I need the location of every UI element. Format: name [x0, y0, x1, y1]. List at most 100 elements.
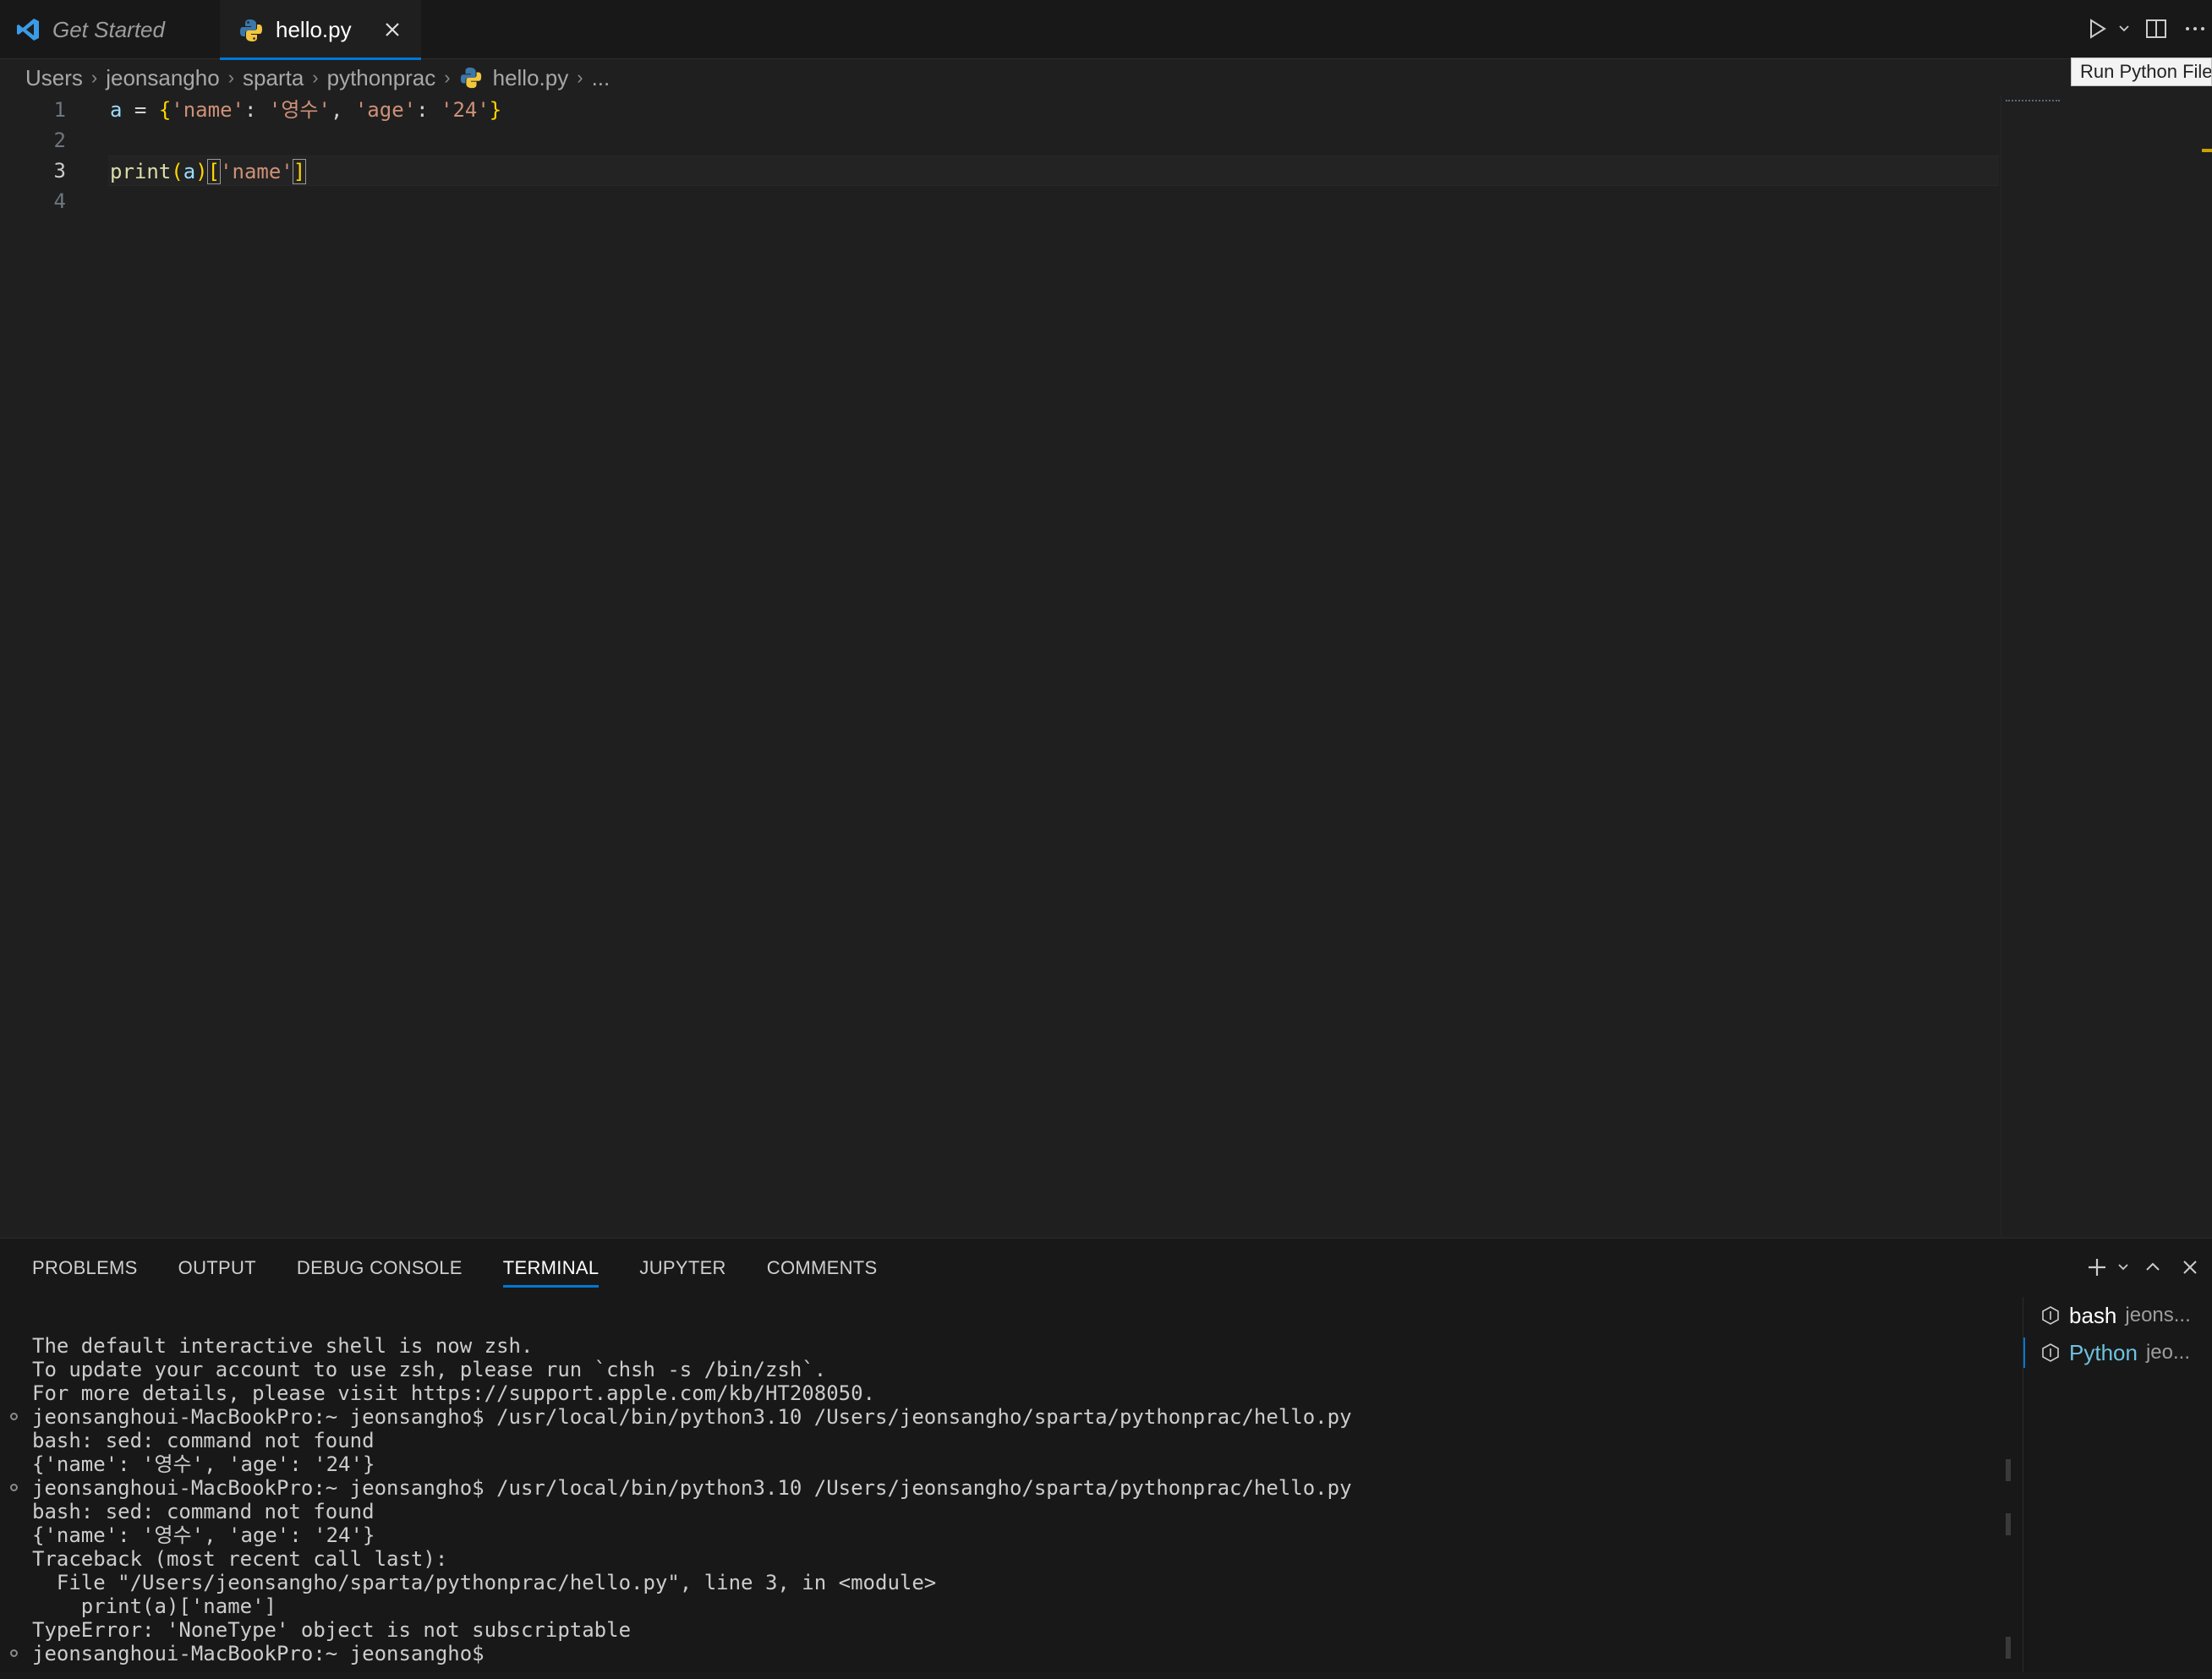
- token-string: 'name': [171, 98, 244, 122]
- code-area[interactable]: a = {'name': '영수', 'age': '24'} print(a)…: [108, 95, 1999, 216]
- terminal-line: For more details, please visit https://s…: [32, 1381, 875, 1405]
- chevron-right-icon: ›: [227, 67, 235, 88]
- terminal-line-text: jeonsanghoui-MacBookPro:~ jeonsangho$ /u…: [32, 1476, 1352, 1500]
- run-tooltip: Run Python File: [2071, 57, 2212, 86]
- tab-get-started[interactable]: Get Started: [0, 0, 218, 59]
- terminal-line: {'name': '영수', 'age': '24'}: [32, 1523, 375, 1547]
- terminal-output[interactable]: The default interactive shell is now zsh…: [10, 1334, 2011, 1672]
- terminal-line: The default interactive shell is now zsh…: [32, 1334, 534, 1358]
- run-python-icon[interactable]: [2080, 12, 2114, 46]
- token-op: :: [244, 98, 269, 122]
- line-number: 3: [53, 159, 66, 183]
- token-paren: ): [195, 160, 208, 183]
- token-brace: {: [158, 98, 172, 122]
- maximize-panel-icon[interactable]: [2136, 1250, 2170, 1284]
- terminal-shell-icon: [2040, 1305, 2061, 1326]
- token-string: '24': [441, 98, 490, 122]
- breadcrumb-file[interactable]: hello.py: [459, 64, 569, 91]
- terminal-line: print(a)['name']: [32, 1594, 276, 1618]
- close-panel-icon[interactable]: [2173, 1250, 2207, 1284]
- token-string: 'age': [354, 98, 417, 122]
- breadcrumb: Users › jeonsangho › sparta › pythonprac…: [25, 61, 610, 95]
- breadcrumb-symbols[interactable]: ...: [592, 65, 610, 91]
- python-file-icon: [459, 66, 483, 90]
- terminal-line: bash: sed: command not found: [32, 1500, 375, 1523]
- terminal-instance-python[interactable]: Python jeo...: [2023, 1334, 2212, 1371]
- token-bracket: [: [206, 159, 222, 184]
- terminal-scrollbar[interactable]: [2006, 1398, 2012, 1660]
- token-bracket: ]: [292, 159, 307, 184]
- line-number: 1: [53, 98, 66, 122]
- new-terminal-icon[interactable]: [2080, 1250, 2114, 1284]
- terminal-command-line: jeonsanghoui-MacBookPro:~ jeonsangho$ /u…: [10, 1476, 2011, 1500]
- terminal-instance-name: bash: [2069, 1302, 2117, 1328]
- token-var: a: [183, 160, 196, 183]
- line-number: 4: [53, 189, 66, 213]
- terminal-line: TypeError: 'NoneType' object is not subs…: [32, 1618, 632, 1642]
- overview-ruler-marker: [2202, 149, 2212, 152]
- code-line-1[interactable]: a = {'name': '영수', 'age': '24'}: [110, 95, 1999, 125]
- terminal-line: File "/Users/jeonsangho/sparta/pythonpra…: [32, 1571, 937, 1594]
- minimap[interactable]: [2006, 95, 2060, 101]
- tab-label: hello.py: [276, 17, 352, 42]
- tab-jupyter[interactable]: JUPYTER: [639, 1239, 725, 1298]
- tab-problems[interactable]: PROBLEMS: [32, 1239, 138, 1298]
- tab-terminal[interactable]: TERMINAL: [502, 1239, 600, 1298]
- terminal-line: Traceback (most recent call last):: [32, 1547, 448, 1571]
- terminal-instance-detail: jeo...: [2145, 1341, 2190, 1364]
- split-editor-icon[interactable]: [2139, 12, 2173, 46]
- more-actions-icon[interactable]: [2178, 12, 2212, 46]
- terminal-instance-name: Python: [2069, 1339, 2138, 1365]
- code-line-4[interactable]: [110, 186, 1999, 216]
- token-op: :: [416, 98, 441, 122]
- chevron-right-icon: ›: [444, 67, 451, 88]
- terminal-line-text: jeonsanghoui-MacBookPro:~ jeonsangho$: [32, 1642, 497, 1665]
- breadcrumb-item[interactable]: Users: [25, 65, 83, 91]
- chevron-right-icon: ›: [90, 67, 98, 88]
- panel-actions: [2077, 1250, 2207, 1284]
- tab-comments[interactable]: COMMENTS: [767, 1239, 878, 1298]
- command-decoration-icon[interactable]: [10, 1413, 18, 1420]
- breadcrumb-item[interactable]: pythonprac: [327, 65, 436, 91]
- token-string: '영수': [268, 98, 331, 122]
- chevron-right-icon: ›: [312, 67, 319, 88]
- chevron-down-icon[interactable]: [2114, 1250, 2133, 1284]
- terminal-instance-list: bash jeons... Python jeo...: [2023, 1297, 2212, 1679]
- terminal-line: To update your account to use zsh, pleas…: [32, 1358, 827, 1381]
- tab-hello-py[interactable]: hello.py: [220, 0, 421, 60]
- token-string: 'name': [220, 160, 293, 183]
- token-var: a: [110, 98, 123, 122]
- terminal-command-line: jeonsanghoui-MacBookPro:~ jeonsangho$: [10, 1642, 2011, 1665]
- close-icon[interactable]: [377, 14, 408, 45]
- chevron-right-icon: ›: [577, 67, 583, 88]
- terminal-shell-icon: [2040, 1343, 2061, 1363]
- code-editor[interactable]: 1 2 3 4 a = {'name': '영수', 'age': '24'} …: [0, 95, 2212, 1238]
- code-line-3[interactable]: print(a)['name']: [108, 156, 1999, 186]
- token-op: =: [122, 98, 159, 122]
- terminal-instance-detail: jeons...: [2125, 1304, 2191, 1326]
- editor-tab-bar: Get Started hello.py: [0, 0, 2212, 60]
- token-function: print: [110, 160, 172, 183]
- breadcrumb-file-label: hello.py: [492, 64, 569, 90]
- command-decoration-icon[interactable]: [10, 1649, 18, 1657]
- tab-debug-console[interactable]: DEBUG CONSOLE: [297, 1239, 463, 1298]
- line-number-gutter: 1 2 3 4: [0, 95, 76, 216]
- status-strip: [0, 1672, 2212, 1679]
- terminal-line: {'name': '영수', 'age': '24'}: [32, 1452, 375, 1476]
- line-number: 2: [53, 129, 66, 152]
- terminal-command-line: jeonsanghoui-MacBookPro:~ jeonsangho$ /u…: [10, 1405, 2011, 1429]
- terminal-line-text: jeonsanghoui-MacBookPro:~ jeonsangho$ /u…: [32, 1405, 1352, 1429]
- terminal-instance-bash[interactable]: bash jeons...: [2023, 1297, 2212, 1334]
- code-line-2[interactable]: [110, 125, 1999, 156]
- terminal-line: bash: sed: command not found: [32, 1429, 375, 1452]
- panel-tab-bar: PROBLEMS OUTPUT DEBUG CONSOLE TERMINAL J…: [32, 1239, 917, 1298]
- token-brace: }: [489, 98, 502, 122]
- python-file-icon: [238, 18, 264, 43]
- breadcrumb-item[interactable]: sparta: [243, 65, 304, 91]
- breadcrumb-item[interactable]: jeonsangho: [106, 65, 219, 91]
- chevron-down-icon[interactable]: [2114, 12, 2134, 46]
- token-op: ,: [330, 98, 355, 122]
- command-decoration-icon[interactable]: [10, 1484, 18, 1491]
- vscode-logo-icon: [15, 17, 41, 42]
- tab-output[interactable]: OUTPUT: [178, 1239, 256, 1298]
